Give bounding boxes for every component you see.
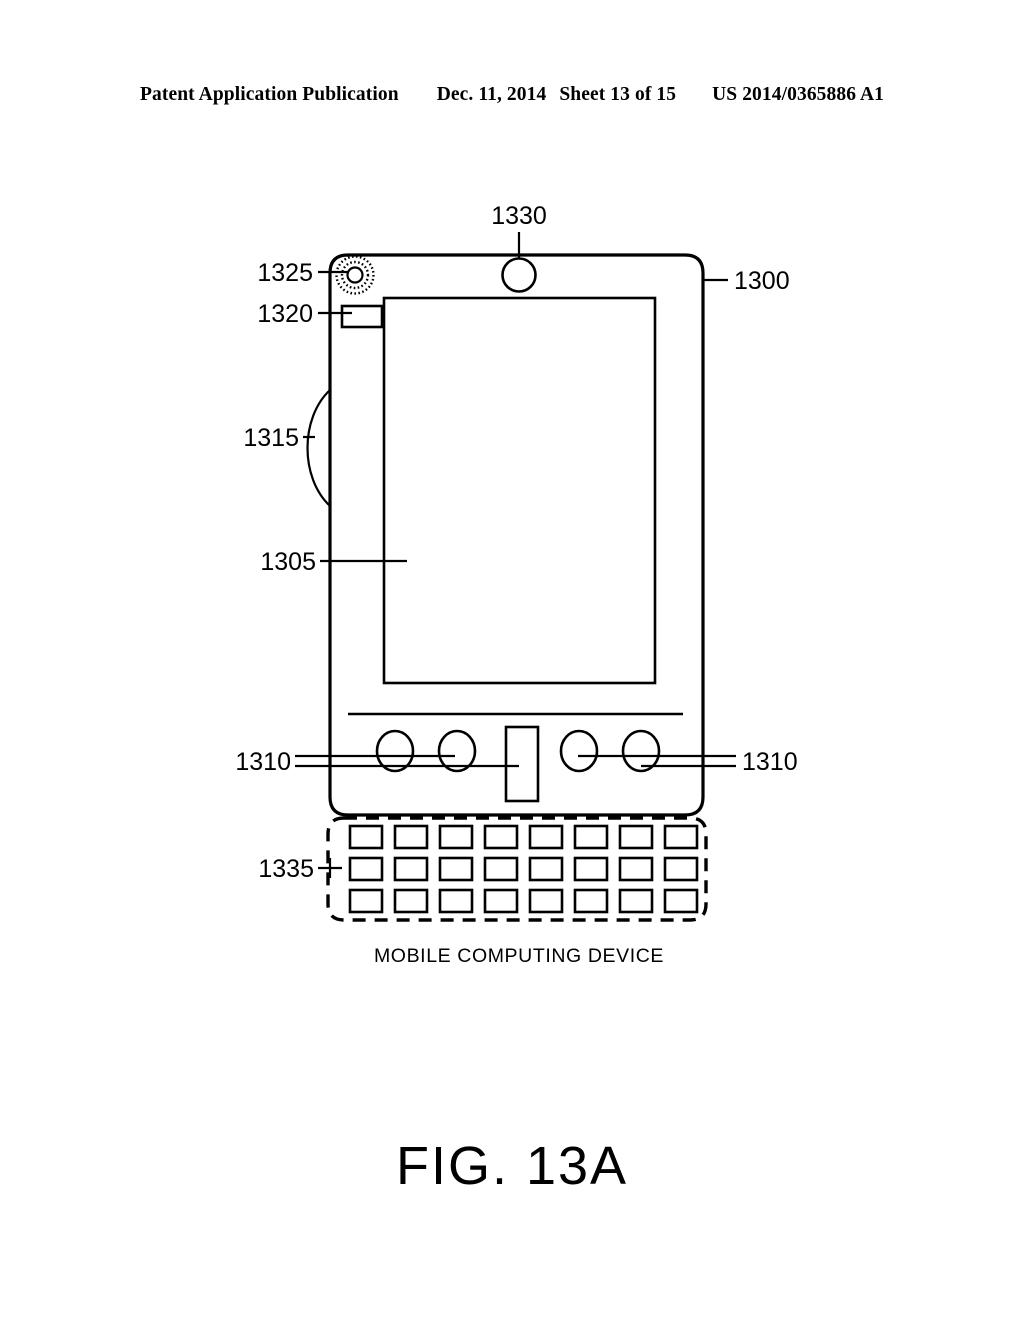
key[interactable] [393,824,429,850]
key[interactable] [618,856,654,882]
key[interactable] [573,824,609,850]
key[interactable] [438,824,474,850]
figure-number-caption: FIG. 13A [395,1136,629,1196]
ref-numeral-1300: 1300 [734,267,790,295]
key[interactable] [348,888,384,914]
indicator-rect-1320 [340,304,384,329]
round-button-3[interactable] [559,729,599,773]
key[interactable] [618,888,654,914]
key[interactable] [348,824,384,850]
side-element-arc-1315 [306,389,331,507]
key[interactable] [438,856,474,882]
key[interactable] [663,824,699,850]
key[interactable] [663,856,699,882]
key[interactable] [438,888,474,914]
key[interactable] [528,824,564,850]
keyboard-keys-grid [348,824,699,914]
key[interactable] [573,888,609,914]
key[interactable] [528,856,564,882]
ref-numeral-1320: 1320 [257,300,313,328]
key[interactable] [483,856,519,882]
key[interactable] [483,888,519,914]
key[interactable] [663,888,699,914]
ref-numeral-1330: 1330 [491,202,547,230]
camera-icon-1330 [501,257,537,293]
key[interactable] [528,888,564,914]
key[interactable] [393,888,429,914]
key[interactable] [393,856,429,882]
ref-numeral-1310-right: 1310 [742,748,798,776]
display-screen-1305 [382,296,657,685]
ref-numeral-1305: 1305 [260,548,316,576]
key[interactable] [618,824,654,850]
device-caption-label: MOBILE COMPUTING DEVICE [374,945,664,967]
ref-numeral-1335: 1335 [258,855,314,883]
key[interactable] [573,856,609,882]
key[interactable] [348,856,384,882]
speaker-icon-1325 [335,255,375,295]
ref-numeral-1325: 1325 [257,259,313,287]
center-rect-button[interactable] [504,725,540,803]
key[interactable] [483,824,519,850]
ref-numeral-1315: 1315 [243,424,299,452]
ref-numeral-1310-left: 1310 [235,748,291,776]
figure-13a-drawing: 1330 1300 1325 1320 1315 1305 1310 1310 … [235,202,798,967]
